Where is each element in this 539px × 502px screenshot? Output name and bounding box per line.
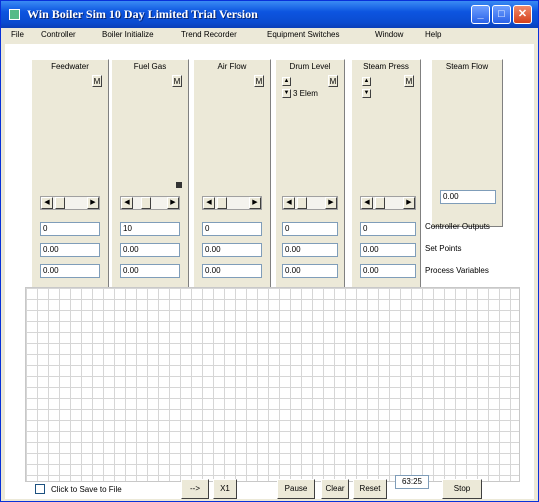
panel-steam-flow: Steam Flow 0.00 [431, 59, 503, 227]
process-variables-label: Process Variables [425, 266, 489, 275]
menu-help[interactable]: Help [425, 30, 441, 39]
controller-output-field[interactable]: 0 [40, 222, 100, 236]
set-point-field[interactable]: 0.00 [40, 243, 100, 257]
output-slider[interactable]: ◀ ▶ [202, 196, 262, 210]
down-arrow-icon[interactable]: ▼ [282, 89, 291, 98]
manual-mode-button[interactable]: M [328, 75, 338, 87]
manual-mode-button[interactable]: M [404, 75, 414, 87]
menu-file[interactable]: File [11, 30, 24, 39]
menu-bar: File Controller Boiler Initialize Trend … [1, 28, 538, 44]
slider-thumb[interactable] [55, 197, 65, 209]
controller-output-field[interactable]: 0 [282, 222, 338, 236]
panel-fuel-gas: Fuel Gas M ◀ ▶ 10 0.00 0.00 [111, 59, 189, 288]
steam-flow-field[interactable]: 0.00 [440, 190, 496, 204]
set-point-field[interactable]: 0.00 [360, 243, 416, 257]
scroll-left-icon[interactable]: ◀ [121, 197, 133, 209]
elapsed-time-display: 63:25 [395, 475, 429, 489]
time-scale-button[interactable]: X1 [213, 479, 237, 499]
process-variable-field[interactable]: 0.00 [282, 264, 338, 278]
scroll-right-icon[interactable]: ▶ [403, 197, 415, 209]
panel-feedwater: Feedwater M ◀ ▶ 0 0.00 0.00 [31, 59, 109, 288]
scroll-right-icon[interactable]: ▶ [325, 197, 337, 209]
close-button[interactable]: ✕ [513, 5, 532, 24]
set-point-field[interactable]: 0.00 [120, 243, 180, 257]
panel-drum-level: Drum Level ▲ M ▼ 3 Elem ◀ ▶ 0 0.00 0.00 [275, 59, 345, 288]
output-slider[interactable]: ◀ ▶ [120, 196, 180, 210]
menu-window[interactable]: Window [375, 30, 403, 39]
output-slider[interactable]: ◀ ▶ [360, 196, 416, 210]
output-slider[interactable]: ◀ ▶ [40, 196, 100, 210]
panel-title: Drum Level [289, 62, 331, 71]
trend-chart-grid [25, 287, 520, 482]
scroll-right-icon[interactable]: ▶ [249, 197, 261, 209]
advance-button[interactable]: --> [181, 479, 209, 499]
reset-button[interactable]: Reset [353, 479, 387, 499]
slider-thumb[interactable] [217, 197, 227, 209]
slider-thumb[interactable] [141, 197, 151, 209]
process-variable-field[interactable]: 0.00 [120, 264, 180, 278]
manual-mode-button[interactable]: M [254, 75, 264, 87]
set-points-label: Set Points [425, 244, 462, 253]
menu-equipment-switches[interactable]: Equipment Switches [267, 30, 339, 39]
set-point-field[interactable]: 0.00 [202, 243, 262, 257]
scroll-right-icon[interactable]: ▶ [87, 197, 99, 209]
panel-air-flow: Air Flow M ◀ ▶ 0 0.00 0.00 [193, 59, 271, 288]
panel-title: Steam Flow [445, 62, 489, 71]
menu-trend-recorder[interactable]: Trend Recorder [181, 30, 237, 39]
scroll-left-icon[interactable]: ◀ [203, 197, 215, 209]
panel-title: Air Flow [217, 62, 247, 71]
scroll-right-icon[interactable]: ▶ [167, 197, 179, 209]
slider-thumb[interactable] [297, 197, 307, 209]
set-point-field[interactable]: 0.00 [282, 243, 338, 257]
pause-button[interactable]: Pause [277, 479, 315, 499]
window-title: Win Boiler Sim 10 Day Limited Trial Vers… [27, 7, 258, 21]
manual-mode-button[interactable]: M [92, 75, 102, 87]
save-to-file-label: Click to Save to File [51, 485, 122, 494]
down-arrow-icon[interactable]: ▼ [362, 89, 371, 98]
controller-outputs-label: Controller Outputs [425, 222, 490, 231]
process-variable-field[interactable]: 0.00 [360, 264, 416, 278]
scroll-left-icon[interactable]: ◀ [361, 197, 373, 209]
controller-output-field[interactable]: 10 [120, 222, 180, 236]
panel-title: Fuel Gas [133, 62, 167, 71]
panel-steam-press: Steam Press ▲ M ▼ ◀ ▶ 0 0.00 0.00 [351, 59, 421, 288]
element-count-label: 3 Elem [293, 89, 318, 98]
controller-output-field[interactable]: 0 [360, 222, 416, 236]
main-content: Feedwater M ◀ ▶ 0 0.00 0.00 Fuel Gas M ◀… [5, 44, 534, 499]
minimize-button[interactable]: _ [471, 5, 490, 24]
stop-button[interactable]: Stop [442, 479, 482, 499]
save-to-file-checkbox[interactable] [35, 484, 45, 494]
scroll-left-icon[interactable]: ◀ [283, 197, 295, 209]
panel-title: Steam Press [363, 62, 409, 71]
app-icon[interactable] [9, 9, 20, 20]
title-bar[interactable]: Win Boiler Sim 10 Day Limited Trial Vers… [1, 1, 538, 28]
menu-boiler-initialize[interactable]: Boiler Initialize [102, 30, 154, 39]
manual-mode-button[interactable]: M [172, 75, 182, 87]
up-arrow-icon[interactable]: ▲ [282, 77, 291, 86]
status-indicator [176, 182, 182, 188]
up-arrow-icon[interactable]: ▲ [362, 77, 371, 86]
menu-controller[interactable]: Controller [41, 30, 76, 39]
scroll-left-icon[interactable]: ◀ [41, 197, 53, 209]
panel-title: Feedwater [51, 62, 89, 71]
maximize-button[interactable]: □ [492, 5, 511, 24]
output-slider[interactable]: ◀ ▶ [282, 196, 338, 210]
clear-button[interactable]: Clear [321, 479, 349, 499]
process-variable-field[interactable]: 0.00 [202, 264, 262, 278]
controller-output-field[interactable]: 0 [202, 222, 262, 236]
process-variable-field[interactable]: 0.00 [40, 264, 100, 278]
slider-thumb[interactable] [375, 197, 385, 209]
main-window: Win Boiler Sim 10 Day Limited Trial Vers… [0, 0, 539, 502]
